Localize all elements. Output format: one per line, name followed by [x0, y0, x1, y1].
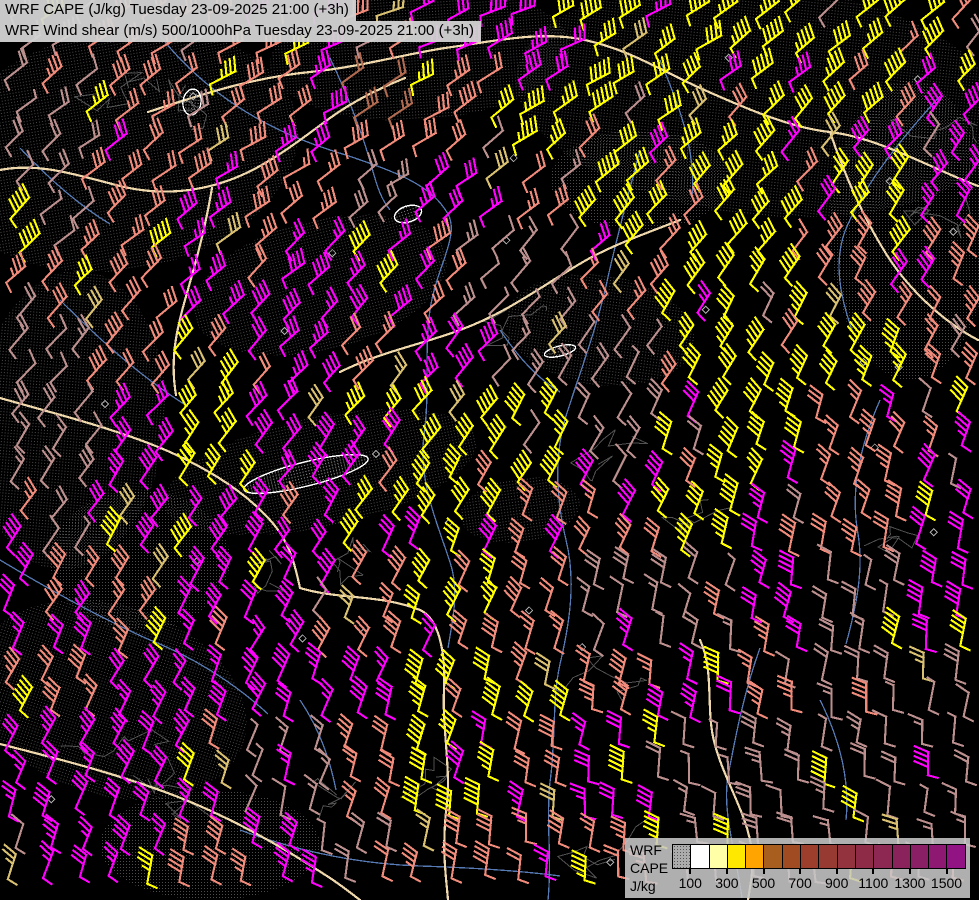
wrf-weather-map: WRF CAPE (J/kg) Tuesday 23-09-2025 21:00…	[0, 0, 979, 900]
cape-legend-cell	[838, 845, 856, 868]
cape-legend-cell	[819, 845, 837, 868]
cape-legend-cell	[856, 845, 874, 868]
cape-legend-cell	[710, 845, 728, 868]
legend-tick-label: 1500	[917, 875, 977, 891]
cape-legend-cell	[764, 845, 782, 868]
legend-tick	[909, 868, 911, 874]
legend-label-wrf: WRF	[630, 841, 672, 859]
cape-legend-cell	[929, 845, 947, 868]
legend-tick	[946, 868, 948, 874]
cape-legend-cell	[783, 845, 801, 868]
cape-legend-cell	[893, 845, 911, 868]
map-canvas	[0, 0, 979, 900]
cape-legend-cell	[801, 845, 819, 868]
legend-tick	[689, 868, 691, 874]
legend-tick	[799, 868, 801, 874]
cape-legend: WRF CAPE J/kg 10030050070090011001300150…	[625, 838, 970, 898]
legend-tick	[726, 868, 728, 874]
cape-legend-cell	[911, 845, 929, 868]
legend-tick	[763, 868, 765, 874]
cape-legend-cell	[728, 845, 746, 868]
cape-legend-cell	[691, 845, 709, 868]
cape-legend-cell	[874, 845, 892, 868]
cape-legend-cell	[746, 845, 764, 868]
title-windshear-line: WRF Wind shear (m/s) 500/1000hPa Tuesday…	[0, 21, 481, 42]
terrain-stipple	[550, 130, 730, 230]
cape-legend-cell	[673, 845, 691, 868]
legend-tick	[872, 868, 874, 874]
legend-tick	[836, 868, 838, 874]
cape-legend-cell	[947, 845, 964, 868]
title-cape-line: WRF CAPE (J/kg) Tuesday 23-09-2025 21:00…	[0, 0, 356, 21]
cape-colorbar	[672, 844, 966, 869]
chart-title-block: WRF CAPE (J/kg) Tuesday 23-09-2025 21:00…	[0, 0, 481, 42]
